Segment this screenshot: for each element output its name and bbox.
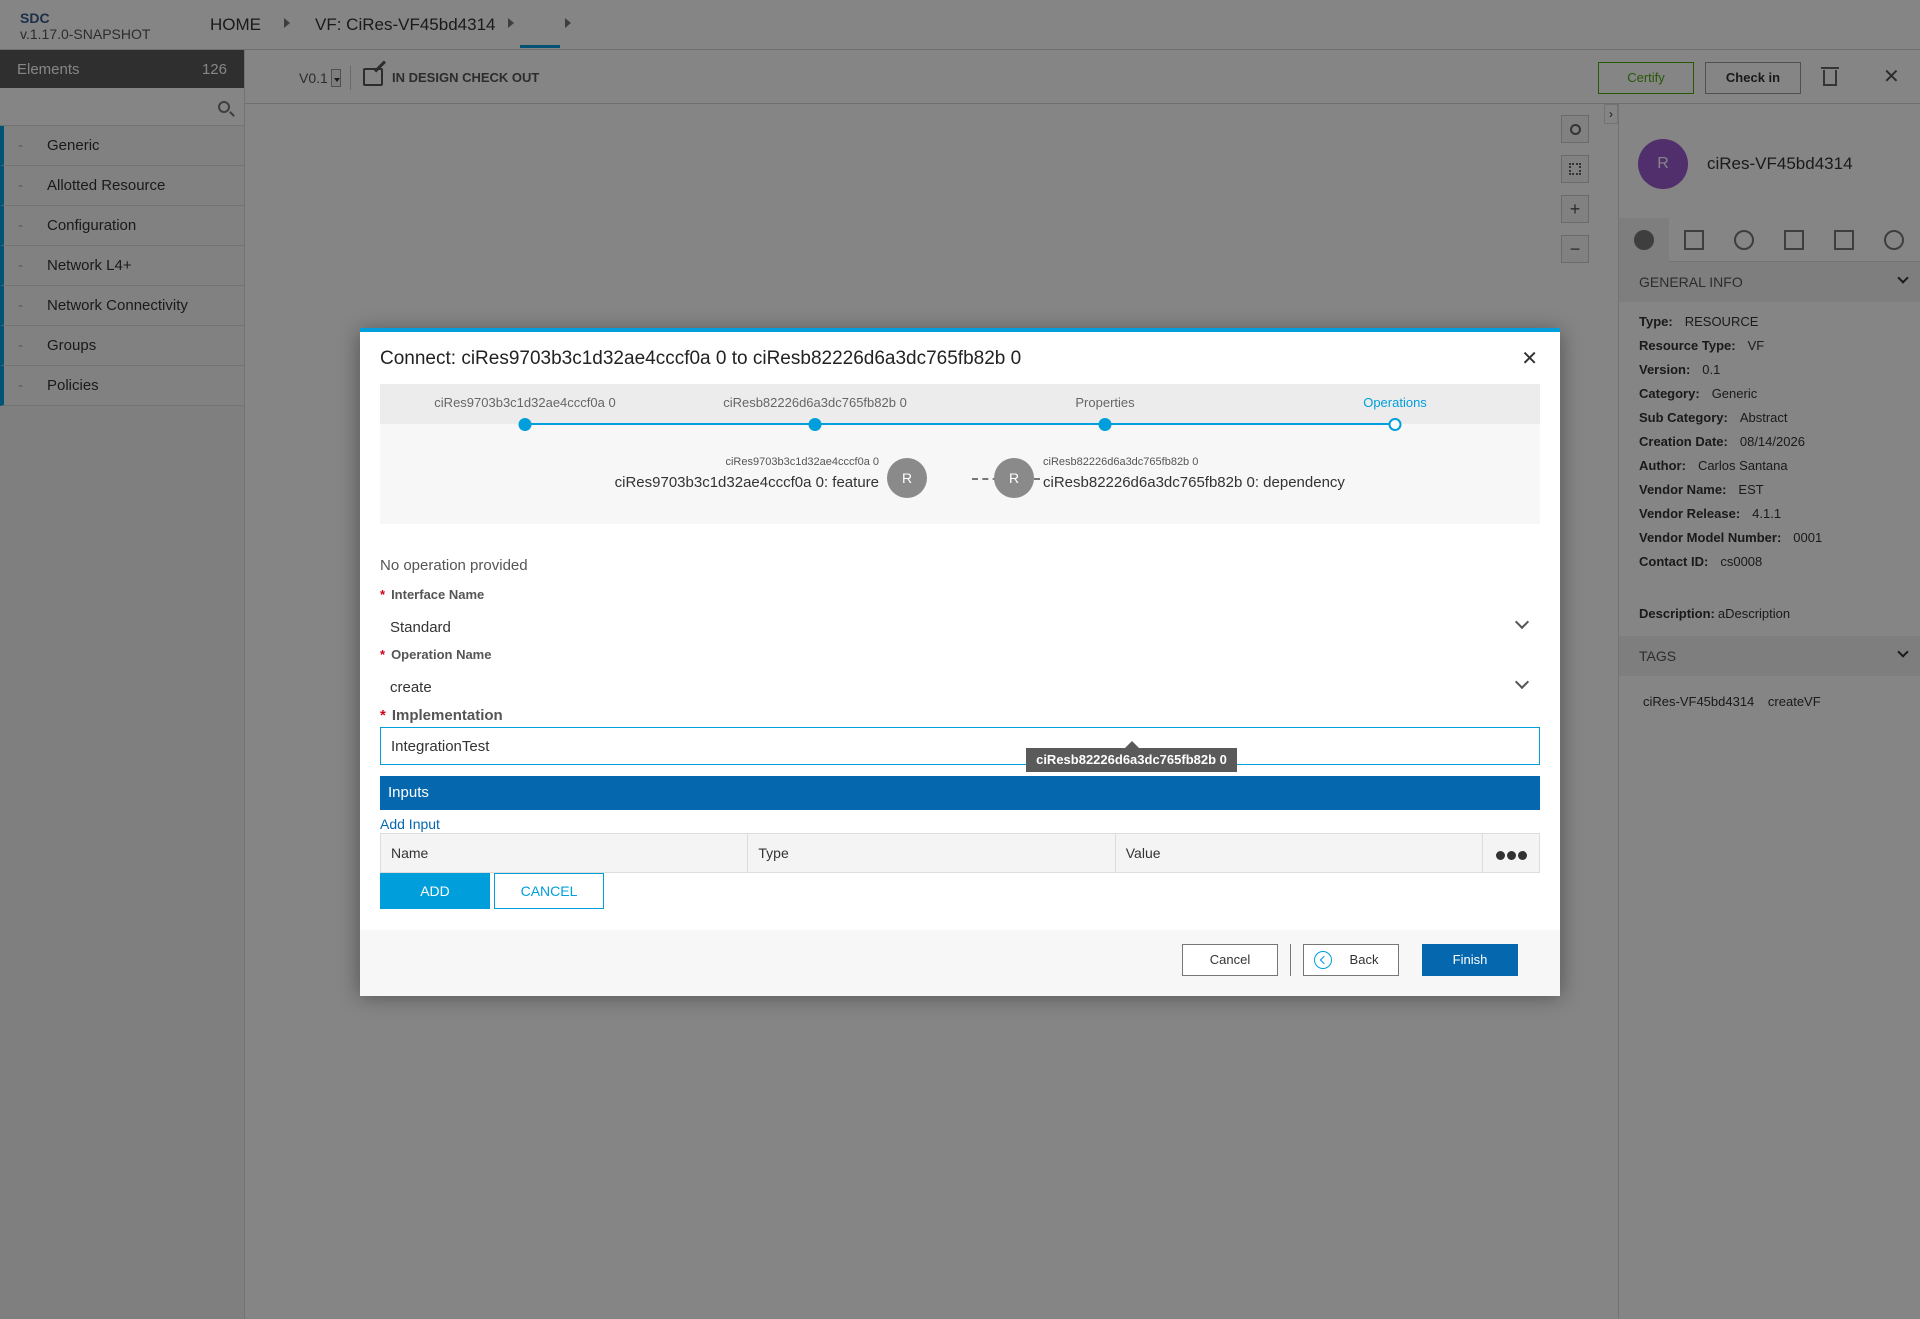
- target-node-icon: R: [994, 458, 1034, 498]
- back-button-label: Back: [1349, 952, 1379, 967]
- column-header-name: Name: [381, 834, 749, 872]
- implementation-label: * Implementation: [380, 707, 503, 724]
- add-button[interactable]: ADD: [380, 873, 490, 909]
- wizard-step-target[interactable]: ciResb82226d6a3dc765fb82b 0: [723, 395, 907, 410]
- modal-footer: Cancel Back Finish: [360, 930, 1560, 996]
- wizard-step-operations[interactable]: Operations: [1363, 395, 1427, 410]
- cancel-button[interactable]: Cancel: [1182, 944, 1278, 976]
- operation-name-select[interactable]: create: [390, 679, 432, 696]
- source-node-icon: R: [887, 458, 927, 498]
- close-icon[interactable]: ✕: [1521, 346, 1538, 371]
- modal-title: Connect: ciRes9703b3c1d32ae4cccf0a 0 to …: [380, 348, 1022, 369]
- step-current-dot: [1388, 418, 1402, 431]
- step-complete-dot: [808, 418, 822, 431]
- target-node-id: ciResb82226d6a3dc765fb82b 0: [1043, 456, 1199, 468]
- more-options-icon[interactable]: [1483, 834, 1539, 872]
- implementation-input[interactable]: [380, 727, 1540, 765]
- connect-modal: Connect: ciRes9703b3c1d32ae4cccf0a 0 to …: [360, 328, 1560, 996]
- operation-name-label: * Operation Name: [380, 647, 492, 662]
- source-requirement: ciRes9703b3c1d32ae4cccf0a 0: feature: [614, 474, 879, 491]
- wizard-step-properties[interactable]: Properties: [1075, 395, 1134, 410]
- finish-button[interactable]: Finish: [1422, 944, 1518, 976]
- tooltip: ciResb82226d6a3dc765fb82b 0: [1026, 741, 1237, 772]
- interface-name-select[interactable]: Standard: [390, 619, 451, 636]
- target-capability: ciResb82226d6a3dc765fb82b 0: dependency: [1043, 474, 1345, 491]
- chevron-down-icon[interactable]: [1514, 614, 1530, 630]
- step-complete-dot: [518, 418, 532, 431]
- back-button[interactable]: Back: [1303, 944, 1399, 976]
- add-input-link[interactable]: Add Input: [380, 816, 440, 832]
- wizard-progress-line: [525, 423, 1395, 425]
- chevron-down-icon[interactable]: [1514, 674, 1530, 690]
- column-header-type: Type: [748, 834, 1116, 872]
- column-header-value: Value: [1116, 834, 1484, 872]
- cancel-input-button[interactable]: CANCEL: [494, 873, 604, 909]
- chevron-left-icon: [1314, 951, 1332, 969]
- interface-name-label: * Interface Name: [380, 587, 485, 602]
- source-node-id: ciRes9703b3c1d32ae4cccf0a 0: [725, 456, 879, 468]
- footer-divider: [1290, 944, 1291, 976]
- step-complete-dot: [1098, 418, 1112, 431]
- no-operation-message: No operation provided: [380, 557, 528, 574]
- inputs-section-header: Inputs: [380, 776, 1540, 810]
- wizard-step-source[interactable]: ciRes9703b3c1d32ae4cccf0a 0: [434, 395, 615, 410]
- wizard-stepper: ciRes9703b3c1d32ae4cccf0a 0 ciResb82226d…: [380, 384, 1540, 524]
- inputs-table-header: Name Type Value: [380, 833, 1540, 873]
